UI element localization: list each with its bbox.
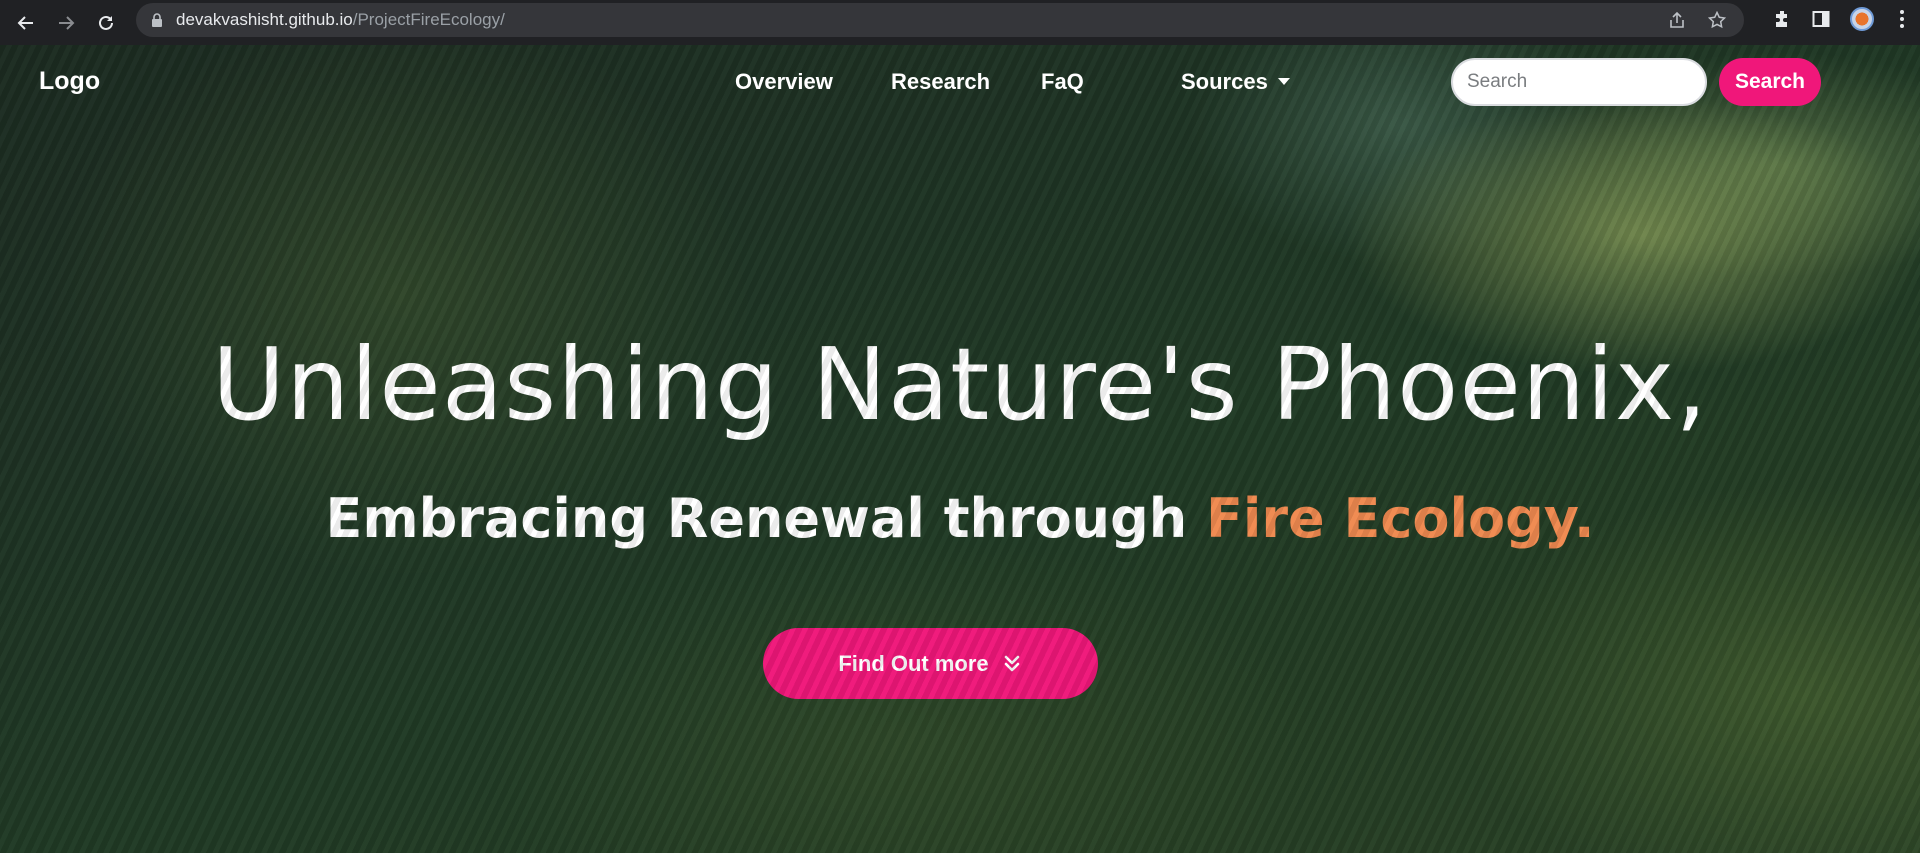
reload-button[interactable] <box>86 5 126 41</box>
hero-subheadline-accent: Fire Ecology. <box>1206 487 1595 550</box>
hero-headline: Unleashing Nature's Phoenix, <box>211 326 1709 443</box>
hero-subheadline: Embracing Renewal through Fire Ecology. <box>0 492 1920 546</box>
nav-dropdown-sources[interactable]: Sources <box>1181 69 1290 95</box>
forward-arrow-icon <box>59 15 75 30</box>
profile-avatar[interactable] <box>1850 6 1874 31</box>
address-bar[interactable]: devakvashisht.github.io/ProjectFireEcolo… <box>136 3 1744 37</box>
site-navbar: Logo Overview Research FaQ Sources Searc… <box>0 45 1920 125</box>
back-arrow-icon <box>17 15 33 30</box>
menu-icon[interactable] <box>1894 9 1910 28</box>
caret-down-icon <box>1277 77 1290 85</box>
nav-link-research[interactable]: Research <box>891 69 990 95</box>
back-button[interactable] <box>6 5 46 41</box>
find-out-more-label: Find Out more <box>838 650 989 676</box>
star-icon[interactable] <box>1708 11 1726 29</box>
hero-section: Logo Overview Research FaQ Sources Searc… <box>0 45 1920 853</box>
nav-link-faq[interactable]: FaQ <box>1041 69 1084 95</box>
search-input[interactable] <box>1451 58 1707 106</box>
lock-icon <box>152 13 162 27</box>
hero-subheadline-main: Embracing Renewal through <box>325 487 1207 550</box>
double-chevron-down-icon <box>1004 655 1019 671</box>
search-button[interactable]: Search <box>1719 58 1821 106</box>
browser-toolbar: devakvashisht.github.io/ProjectFireEcolo… <box>0 0 1920 45</box>
reload-icon <box>99 15 113 30</box>
extensions-icon[interactable] <box>1772 9 1792 29</box>
share-icon[interactable] <box>1668 11 1686 29</box>
site-logo[interactable]: Logo <box>39 67 100 96</box>
nav-link-overview[interactable]: Overview <box>735 69 833 95</box>
find-out-more-button[interactable]: Find Out more <box>763 628 1098 699</box>
side-panel-icon[interactable] <box>1812 10 1830 28</box>
url-text: devakvashisht.github.io/ProjectFireEcolo… <box>176 10 505 30</box>
url-host: devakvashisht.github.io <box>176 10 353 29</box>
url-path: /ProjectFireEcology/ <box>352 10 505 29</box>
forward-button[interactable] <box>46 5 86 41</box>
nav-dropdown-sources-label: Sources <box>1181 69 1268 94</box>
